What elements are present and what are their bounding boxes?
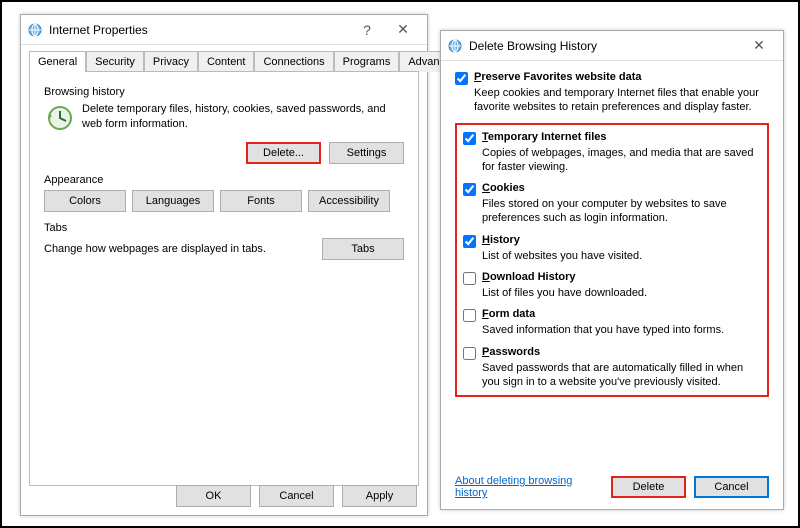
dbh-delete-button[interactable]: Delete	[611, 476, 686, 498]
cookies-label: Cookies	[482, 182, 525, 194]
cookies-desc: Files stored on your computer by website…	[482, 197, 761, 226]
section-browsing-history: Browsing history	[44, 86, 408, 98]
section-appearance: Appearance	[44, 174, 408, 186]
internet-options-icon	[447, 38, 463, 54]
passwords-desc: Saved passwords that are automatically f…	[482, 361, 761, 390]
passwords-label: Passwords	[482, 346, 540, 358]
settings-button[interactable]: Settings	[329, 142, 404, 164]
internet-properties-window: Internet Properties ? ✕ General Security…	[20, 14, 428, 516]
fonts-button[interactable]: Fonts	[220, 190, 302, 212]
history-desc: List of websites you have visited.	[482, 249, 761, 263]
preserve-favorites-desc: Keep cookies and temporary Internet file…	[474, 86, 769, 115]
about-link[interactable]: About deleting browsing history	[455, 475, 595, 499]
temp-files-label: Temporary Internet files	[482, 131, 607, 143]
dbh-titlebar: Delete Browsing History ✕	[441, 31, 783, 61]
accessibility-button[interactable]: Accessibility	[308, 190, 390, 212]
form-data-label: Form data	[482, 308, 535, 320]
cancel-button[interactable]: Cancel	[259, 485, 334, 507]
tab-content[interactable]: Content	[198, 51, 255, 72]
highlighted-options-group: Temporary Internet files Copies of webpa…	[455, 123, 769, 398]
tab-general[interactable]: General	[29, 51, 86, 72]
tab-security[interactable]: Security	[86, 51, 144, 72]
form-data-desc: Saved information that you have typed in…	[482, 323, 761, 337]
close-button[interactable]: ✕	[385, 18, 421, 42]
ip-general-panel: Browsing history Delete temporary files,…	[29, 71, 419, 486]
delete-button[interactable]: Delete...	[246, 142, 321, 164]
apply-button[interactable]: Apply	[342, 485, 417, 507]
cookies-checkbox[interactable]	[463, 183, 476, 196]
download-history-label: Download History	[482, 271, 576, 283]
download-history-desc: List of files you have downloaded.	[482, 286, 761, 300]
ip-titlebar: Internet Properties ? ✕	[21, 15, 427, 45]
form-data-checkbox[interactable]	[463, 309, 476, 322]
close-button[interactable]: ✕	[741, 34, 777, 58]
history-clock-icon	[44, 102, 76, 134]
ok-button[interactable]: OK	[176, 485, 251, 507]
tabs-button[interactable]: Tabs	[322, 238, 404, 260]
dbh-cancel-button[interactable]: Cancel	[694, 476, 769, 498]
history-checkbox[interactable]	[463, 235, 476, 248]
delete-browsing-history-window: Delete Browsing History ✕ Preserve Favor…	[440, 30, 784, 510]
download-history-checkbox[interactable]	[463, 272, 476, 285]
tabs-description: Change how webpages are displayed in tab…	[44, 243, 266, 255]
colors-button[interactable]: Colors	[44, 190, 126, 212]
passwords-checkbox[interactable]	[463, 347, 476, 360]
preserve-favorites-label: Preserve Favorites website data	[474, 71, 642, 83]
internet-options-icon	[27, 22, 43, 38]
dbh-title: Delete Browsing History	[469, 39, 741, 53]
ip-tabstrip: General Security Privacy Content Connect…	[21, 45, 427, 72]
section-tabs: Tabs	[44, 222, 408, 234]
help-button[interactable]: ?	[349, 18, 385, 42]
tab-programs[interactable]: Programs	[334, 51, 400, 72]
history-label: History	[482, 234, 520, 246]
tab-privacy[interactable]: Privacy	[144, 51, 198, 72]
temp-files-desc: Copies of webpages, images, and media th…	[482, 146, 761, 175]
languages-button[interactable]: Languages	[132, 190, 214, 212]
bh-description: Delete temporary files, history, cookies…	[82, 102, 408, 132]
ip-title: Internet Properties	[49, 23, 349, 37]
temp-files-checkbox[interactable]	[463, 132, 476, 145]
tab-connections[interactable]: Connections	[254, 51, 333, 72]
preserve-favorites-checkbox[interactable]	[455, 72, 468, 85]
